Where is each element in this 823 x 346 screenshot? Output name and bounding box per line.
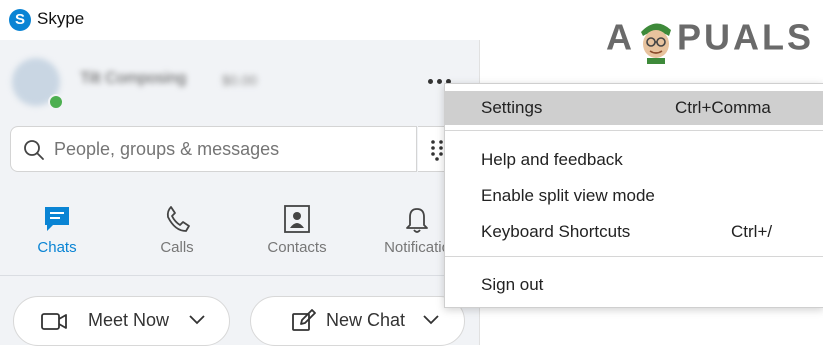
watermark-text: PUALS bbox=[677, 16, 815, 58]
menu-item-settings[interactable]: Settings Ctrl+Comma bbox=[445, 91, 823, 125]
menu-item-split-view[interactable]: Enable split view mode bbox=[445, 179, 823, 213]
compose-icon bbox=[292, 309, 316, 331]
chat-icon bbox=[45, 207, 69, 231]
menu-separator bbox=[445, 256, 823, 257]
mascot-icon bbox=[641, 23, 671, 64]
menu-item-label: Enable split view mode bbox=[481, 186, 655, 205]
chevron-down-icon bbox=[423, 315, 439, 325]
nav-divider bbox=[0, 275, 479, 276]
dot-icon bbox=[427, 79, 433, 84]
menu-item-sign-out[interactable]: Sign out bbox=[445, 268, 823, 302]
profile-name[interactable]: Tilt Composing bbox=[80, 70, 186, 88]
skype-credit[interactable]: $0.00 bbox=[222, 72, 257, 88]
menu-item-help-feedback[interactable]: Help and feedback bbox=[445, 143, 823, 177]
new-chat-label: New Chat bbox=[326, 310, 406, 330]
presence-status-icon bbox=[48, 94, 64, 110]
watermark-letter-a: A bbox=[606, 16, 635, 58]
skype-logo-icon: S bbox=[9, 9, 31, 31]
phone-icon bbox=[166, 206, 190, 232]
bell-icon bbox=[406, 208, 428, 233]
meet-now-label: Meet Now bbox=[88, 310, 170, 330]
tab-contacts[interactable]: Contacts bbox=[242, 203, 352, 263]
app-title: Skype bbox=[37, 9, 85, 28]
appuals-watermark: A PUALS bbox=[606, 16, 814, 64]
more-options-menu: Settings Ctrl+Comma Help and feedback En… bbox=[444, 83, 823, 308]
new-chat-button[interactable]: New Chat bbox=[250, 296, 465, 346]
tab-calls[interactable]: Calls bbox=[122, 203, 232, 263]
dialpad-icon bbox=[431, 140, 443, 161]
menu-item-keyboard-shortcuts[interactable]: Keyboard Shortcuts Ctrl+/ bbox=[445, 215, 823, 249]
menu-item-label: Keyboard Shortcuts bbox=[481, 222, 631, 241]
tab-label: Contacts bbox=[267, 239, 327, 256]
tab-label: Calls bbox=[160, 239, 194, 256]
search-box[interactable] bbox=[10, 126, 417, 172]
tab-label: Chats bbox=[37, 239, 77, 256]
menu-item-shortcut: Ctrl+/ bbox=[731, 222, 773, 241]
tab-chats[interactable]: Chats bbox=[2, 203, 112, 263]
menu-item-label: Settings bbox=[481, 98, 543, 117]
video-camera-icon bbox=[41, 313, 67, 330]
menu-separator bbox=[445, 130, 823, 131]
contacts-icon bbox=[284, 205, 310, 233]
search-input[interactable] bbox=[54, 139, 404, 160]
search-icon bbox=[24, 140, 44, 160]
dot-icon bbox=[436, 79, 442, 84]
meet-now-button[interactable]: Meet Now bbox=[13, 296, 230, 346]
menu-item-label: Help and feedback bbox=[481, 150, 623, 169]
menu-item-label: Sign out bbox=[481, 275, 544, 294]
chevron-down-icon bbox=[189, 315, 205, 325]
menu-item-shortcut: Ctrl+Comma bbox=[675, 98, 771, 117]
